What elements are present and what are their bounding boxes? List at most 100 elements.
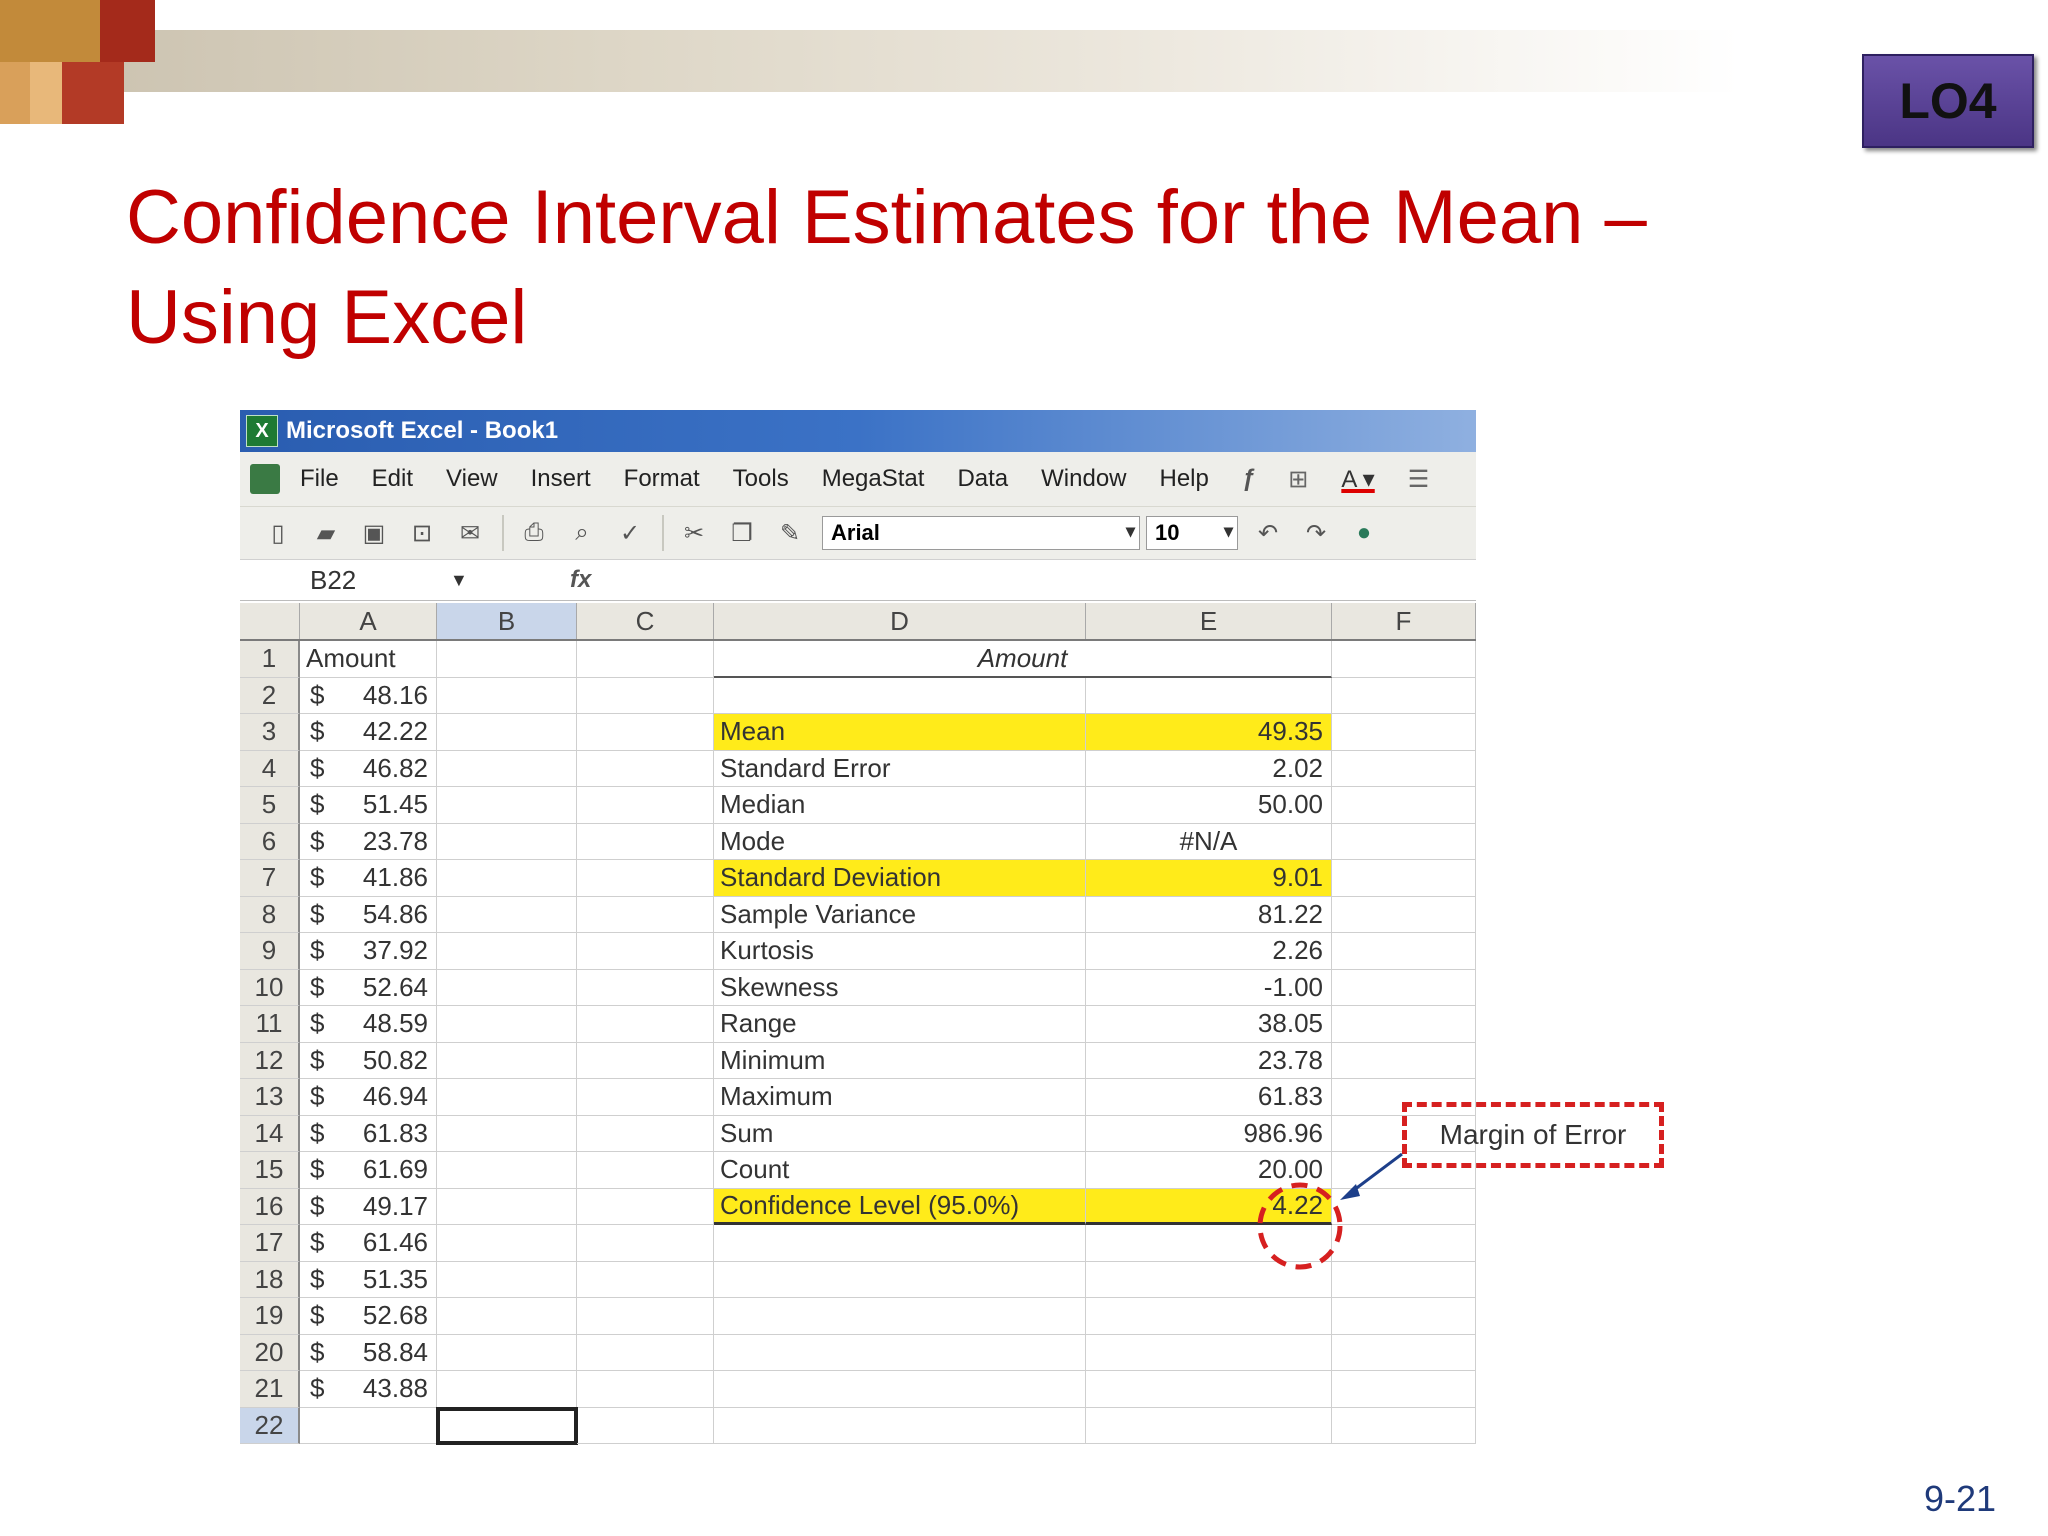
stat-value[interactable]: 986.96 [1086,1115,1332,1152]
stat-value[interactable] [1086,1298,1332,1335]
select-all-corner[interactable] [240,603,300,639]
cell-c[interactable] [577,787,714,824]
column-header-c[interactable]: C [577,603,714,639]
cell-a[interactable]: $58.84 [300,1334,437,1371]
font-size-select[interactable]: 10 ▾ [1146,516,1238,550]
row-number[interactable]: 3 [240,714,300,751]
cell-f[interactable] [1332,896,1476,933]
stat-label[interactable] [714,1298,1086,1335]
cell-b[interactable] [437,1298,577,1335]
cell-f[interactable] [1332,1261,1476,1298]
cell-b[interactable] [437,714,577,751]
column-header-a[interactable]: A [300,603,437,639]
cell-f[interactable] [1332,1225,1476,1262]
menu-tools[interactable]: Tools [733,465,789,493]
cell-b[interactable] [437,860,577,897]
menu-megastat[interactable]: MegaStat [822,465,925,493]
spelling-icon[interactable]: ✓ [614,517,646,549]
cell-b[interactable] [437,1079,577,1116]
format-painter-icon[interactable]: ✎ [774,517,806,549]
column-header-b[interactable]: B [437,603,577,639]
cell-a[interactable]: $61.83 [300,1115,437,1152]
print-icon[interactable]: ⎙ [518,517,550,549]
cell-a[interactable]: $48.59 [300,1006,437,1043]
stat-label[interactable]: Mean [714,714,1086,751]
chevron-down-icon[interactable]: ▼ [450,570,480,591]
cell-c[interactable] [577,933,714,970]
cell-c[interactable] [577,1079,714,1116]
cell-b[interactable] [437,641,577,678]
cell-f[interactable] [1332,641,1476,678]
cell-f[interactable] [1332,1371,1476,1408]
stat-value[interactable] [1086,1225,1332,1262]
cell-b[interactable] [437,933,577,970]
cell-a[interactable]: $43.88 [300,1371,437,1408]
row-number[interactable]: 22 [240,1407,300,1444]
cell-b[interactable] [437,896,577,933]
stat-label[interactable]: Skewness [714,969,1086,1006]
cell-a[interactable]: $52.64 [300,969,437,1006]
cell-b[interactable] [437,1115,577,1152]
menu-help[interactable]: Help [1160,465,1209,493]
cell-a[interactable]: $37.92 [300,933,437,970]
cell-a[interactable] [300,1407,437,1444]
column-header-d[interactable]: D [714,603,1086,639]
stat-value[interactable]: -1.00 [1086,969,1332,1006]
cell-b[interactable] [437,787,577,824]
permission-icon[interactable]: ⊡ [406,517,438,549]
function-icon[interactable]: ƒ [1242,465,1255,493]
cell-f[interactable] [1332,677,1476,714]
row-number[interactable]: 7 [240,860,300,897]
new-file-icon[interactable]: ▯ [262,517,294,549]
cell-b[interactable] [437,677,577,714]
save-icon[interactable]: ▣ [358,517,390,549]
row-number[interactable]: 12 [240,1042,300,1079]
cell-c[interactable] [577,1115,714,1152]
open-folder-icon[interactable]: ▰ [310,517,342,549]
row-number[interactable]: 14 [240,1115,300,1152]
cell-c[interactable] [577,1407,714,1444]
cell-f[interactable] [1332,1006,1476,1043]
cell-f[interactable] [1332,860,1476,897]
menu-format[interactable]: Format [624,465,700,493]
cell-b[interactable] [437,1042,577,1079]
cell-c[interactable] [577,714,714,751]
stat-label[interactable]: Count [714,1152,1086,1189]
cell-a[interactable]: $46.82 [300,750,437,787]
stat-label[interactable] [714,1407,1086,1444]
cell-a[interactable]: $51.35 [300,1261,437,1298]
cell-a[interactable]: $61.69 [300,1152,437,1189]
cell-f[interactable] [1332,823,1476,860]
cell-a[interactable]: $23.78 [300,823,437,860]
cell-f[interactable] [1332,714,1476,751]
stat-label[interactable]: Standard Deviation [714,860,1086,897]
menu-window[interactable]: Window [1041,465,1126,493]
cell-a[interactable]: $49.17 [300,1188,437,1225]
cell-a[interactable]: $46.94 [300,1079,437,1116]
cell-c[interactable] [577,1042,714,1079]
cell-b[interactable] [437,1225,577,1262]
cell-c[interactable] [577,823,714,860]
stat-value[interactable] [1086,1371,1332,1408]
row-number[interactable]: 21 [240,1371,300,1408]
cell-b[interactable] [437,969,577,1006]
cell-c[interactable] [577,1225,714,1262]
cell-a[interactable]: $48.16 [300,677,437,714]
menu-insert[interactable]: Insert [531,465,591,493]
stat-value[interactable]: 81.22 [1086,896,1332,933]
cell-c[interactable] [577,1152,714,1189]
stat-value[interactable] [1086,677,1332,714]
stat-label[interactable]: Kurtosis [714,933,1086,970]
cell-a[interactable]: $50.82 [300,1042,437,1079]
print-preview-icon[interactable]: ⌕ [566,517,598,549]
workbook-icon[interactable] [250,464,280,494]
cell-c[interactable] [577,969,714,1006]
stat-value[interactable]: 9.01 [1086,860,1332,897]
cell-a[interactable]: $52.68 [300,1298,437,1335]
cell-a[interactable]: Amount [300,641,437,678]
cell-c[interactable] [577,641,714,678]
email-icon[interactable]: ✉ [454,517,486,549]
stat-label[interactable]: Range [714,1006,1086,1043]
cell-c[interactable] [577,860,714,897]
row-number[interactable]: 17 [240,1225,300,1262]
